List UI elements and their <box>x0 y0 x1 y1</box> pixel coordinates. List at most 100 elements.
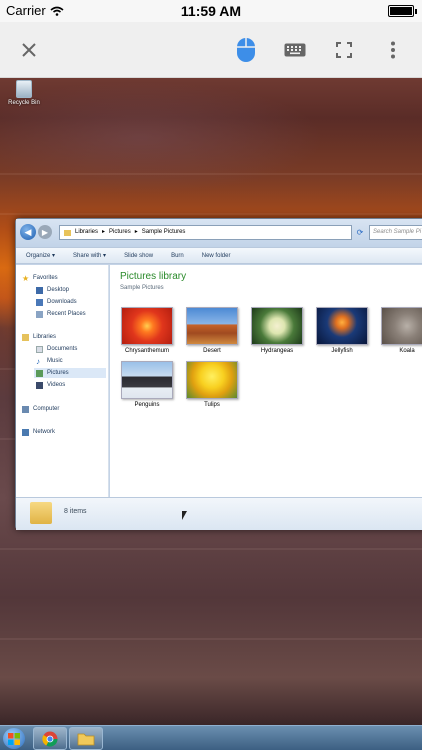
thumbnail-label: Koala <box>399 348 415 354</box>
forward-button[interactable]: ▶ <box>38 225 52 239</box>
nav-label: Videos <box>47 382 66 388</box>
koala-image <box>381 307 422 345</box>
recycle-bin-label: Recycle Bin <box>8 100 40 106</box>
downloads-icon <box>36 298 43 306</box>
penguins-image <box>121 361 173 399</box>
navigation-pane: ★ Favorites Desktop Downloads Recent Pla… <box>16 265 109 497</box>
breadcrumb-separator-icon: ▸ <box>102 229 106 235</box>
nav-label: Music <box>47 358 63 364</box>
thumbnail-hydrangeas[interactable]: Hydrangeas <box>251 307 303 354</box>
videos-icon <box>36 381 43 389</box>
folder-icon <box>77 733 95 745</box>
nav-libraries[interactable]: Libraries <box>22 332 56 342</box>
recycle-bin[interactable]: Recycle Bin <box>4 80 44 106</box>
nav-label: Libraries <box>33 334 57 340</box>
recycle-bin-icon <box>16 80 32 98</box>
windows-logo-icon <box>8 732 20 745</box>
mouse-mode-button[interactable] <box>230 34 262 66</box>
thumbnail-label: Jellyfish <box>331 348 353 354</box>
nav-network[interactable]: Network <box>22 427 55 437</box>
network-icon <box>22 428 29 436</box>
desktop-icon <box>36 286 43 294</box>
close-icon <box>22 43 36 57</box>
fullscreen-icon <box>336 42 352 58</box>
folder-icon <box>64 229 71 236</box>
nav-documents[interactable]: Documents <box>36 344 77 354</box>
library-title: Pictures library <box>120 271 187 282</box>
thumbnail-penguins[interactable]: Penguins <box>121 361 173 408</box>
thumbnail-chrysanthemum[interactable]: Chrysanthemum <box>121 307 173 354</box>
clock: 11:59 AM <box>180 3 242 19</box>
pictures-icon <box>36 369 43 377</box>
thumbnail-koala[interactable]: Koala <box>381 307 422 354</box>
new-folder-button[interactable]: New folder <box>202 253 231 259</box>
burn-button[interactable]: Burn <box>171 253 184 259</box>
breadcrumb-separator-icon: ▸ <box>134 229 138 235</box>
nav-recent-places[interactable]: Recent Places <box>36 309 86 319</box>
music-icon: ♪ <box>36 356 40 366</box>
nav-label: Downloads <box>47 299 77 305</box>
share-with-button[interactable]: Share with ▾ <box>73 252 106 259</box>
keyboard-icon <box>284 43 306 57</box>
keyboard-button[interactable] <box>279 34 311 66</box>
recent-places-icon <box>36 310 43 318</box>
thumbnail-label: Tulips <box>204 402 220 408</box>
nav-label: Recent Places <box>47 311 86 317</box>
thumbnail-label: Chrysanthemum <box>124 348 169 354</box>
more-button[interactable] <box>377 34 409 66</box>
mouse-icon <box>237 38 255 62</box>
command-bar: Organize ▾ Share with ▾ Slide show Burn … <box>16 247 422 264</box>
thumbnail-label: Hydrangeas <box>260 348 294 354</box>
forward-arrow-icon: ▶ <box>41 227 49 237</box>
nav-desktop[interactable]: Desktop <box>36 285 69 295</box>
item-count: 8 items <box>64 508 87 515</box>
nav-label: Pictures <box>47 370 69 376</box>
computer-icon <box>22 405 29 413</box>
jellyfish-image <box>316 307 368 345</box>
remote-toolbar <box>0 22 422 78</box>
taskbar <box>0 725 422 750</box>
taskbar-chrome-button[interactable] <box>33 727 67 750</box>
chrysanthemum-image <box>121 307 173 345</box>
nav-label: Computer <box>33 406 60 412</box>
star-icon: ★ <box>22 273 30 283</box>
refresh-icon[interactable]: ⟳ <box>354 225 366 240</box>
chrome-icon <box>42 731 58 747</box>
tulips-image <box>186 361 238 399</box>
address-row: ◀ ▶ Libraries ▸ Pictures ▸ Sample Pictur… <box>16 219 422 247</box>
nav-label: Documents <box>47 346 78 352</box>
nav-computer[interactable]: Computer <box>22 404 59 414</box>
start-button[interactable] <box>3 728 25 749</box>
thumbnail-tulips[interactable]: Tulips <box>186 361 238 408</box>
nav-music[interactable]: ♪ Music <box>36 356 63 366</box>
thumbnail-desert[interactable]: Desert <box>186 307 238 354</box>
breadcrumb-sample-pictures[interactable]: Sample Pictures <box>142 226 186 239</box>
ios-status-bar: Carrier 11:59 AM <box>0 0 422 22</box>
nav-label: Favorites <box>33 275 58 281</box>
folder-icon <box>30 502 52 524</box>
breadcrumb-libraries[interactable]: Libraries <box>75 226 98 239</box>
nav-label: Network <box>33 429 56 435</box>
nav-videos[interactable]: Videos <box>36 380 65 390</box>
nav-pictures[interactable]: Pictures <box>34 368 106 378</box>
back-button[interactable]: ◀ <box>20 224 36 240</box>
close-button[interactable] <box>13 34 45 66</box>
organize-button[interactable]: Organize ▾ <box>26 252 55 259</box>
back-arrow-icon: ◀ <box>24 226 32 237</box>
nav-favorites[interactable]: ★ Favorites <box>22 273 58 283</box>
address-bar[interactable]: Libraries ▸ Pictures ▸ Sample Pictures <box>59 225 352 240</box>
breadcrumb-pictures[interactable]: Pictures <box>109 226 131 239</box>
battery-icon <box>388 5 417 17</box>
search-input[interactable]: Search Sample Pi <box>369 225 422 240</box>
libraries-icon <box>22 333 29 341</box>
taskbar-explorer-button[interactable] <box>69 727 103 750</box>
thumbnail-jellyfish[interactable]: Jellyfish <box>316 307 368 354</box>
mouse-pointer-icon <box>182 511 187 520</box>
slide-show-button[interactable]: Slide show <box>124 253 153 259</box>
details-pane: 8 items <box>16 497 422 530</box>
nav-downloads[interactable]: Downloads <box>36 297 77 307</box>
hydrangeas-image <box>251 307 303 345</box>
library-subtitle: Sample Pictures <box>120 285 164 291</box>
fullscreen-button[interactable] <box>328 34 360 66</box>
explorer-window: ◀ ▶ Libraries ▸ Pictures ▸ Sample Pictur… <box>15 218 422 530</box>
